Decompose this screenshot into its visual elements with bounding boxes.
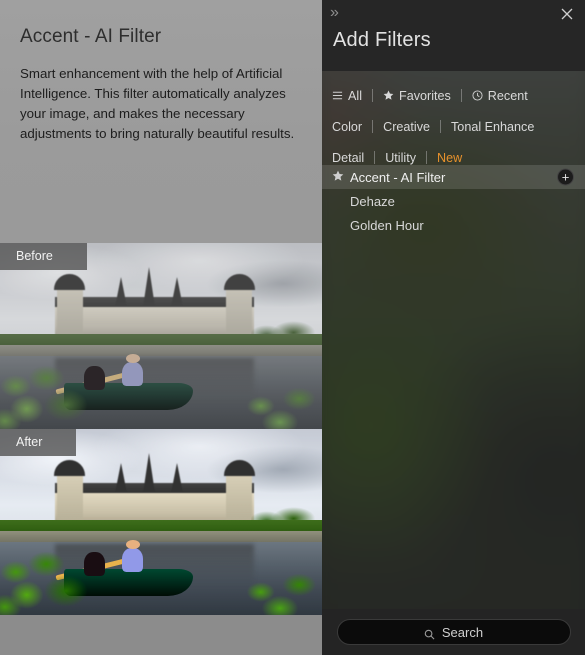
panel-header: » Add Filters bbox=[322, 0, 585, 71]
person-passenger bbox=[122, 354, 144, 387]
tab-tonal-enhance[interactable]: Tonal Enhance bbox=[441, 120, 544, 134]
castle-spire bbox=[114, 462, 127, 493]
list-item-golden-hour[interactable]: Golden Hour bbox=[322, 213, 585, 237]
tab-row-secondary: Color Creative Tonal Enhance bbox=[332, 111, 585, 142]
list-item-dehaze[interactable]: Dehaze bbox=[322, 189, 585, 213]
clock-icon bbox=[472, 90, 483, 101]
search-placeholder-text: Search bbox=[441, 624, 484, 640]
tab-creative[interactable]: Creative bbox=[373, 120, 440, 134]
before-preview-image: Before bbox=[0, 243, 322, 429]
before-label: Before bbox=[0, 243, 87, 270]
foreground-bush-left bbox=[0, 551, 104, 615]
castle-turret bbox=[54, 460, 86, 526]
scene-before bbox=[0, 243, 322, 429]
search-input[interactable]: Search bbox=[336, 619, 571, 645]
panel-title: Add Filters bbox=[333, 29, 431, 51]
after-preview-image: After bbox=[0, 429, 322, 615]
foreground-bush-right bbox=[231, 574, 322, 615]
tab-color[interactable]: Color bbox=[332, 120, 372, 134]
list-item-accent-ai-filter[interactable]: Accent - AI Filter + bbox=[322, 165, 585, 189]
add-filter-button[interactable]: + bbox=[557, 168, 574, 186]
castle-spire bbox=[114, 276, 127, 307]
tab-new[interactable]: New bbox=[427, 151, 472, 165]
search-bar-container: Search bbox=[322, 609, 585, 655]
filter-list: Accent - AI Filter + Dehaze Golden Hour bbox=[322, 165, 585, 609]
preview-column: Accent - AI Filter Smart enhancement wit… bbox=[0, 0, 322, 655]
collapse-panel-icon[interactable]: » bbox=[330, 5, 339, 21]
tab-recent-label: Recent bbox=[487, 88, 528, 103]
castle-turret bbox=[223, 460, 255, 526]
favorite-star-icon[interactable] bbox=[332, 170, 345, 184]
search-icon bbox=[424, 627, 435, 639]
castle-turret bbox=[54, 274, 86, 340]
close-icon[interactable] bbox=[558, 5, 576, 23]
add-filters-panel: » Add Filters All Favorites Recent Color… bbox=[322, 0, 585, 655]
tab-utility[interactable]: Utility bbox=[375, 151, 426, 165]
castle-spire bbox=[170, 276, 183, 307]
star-icon bbox=[383, 90, 394, 101]
tab-favorites[interactable]: Favorites bbox=[373, 89, 461, 103]
tab-row-primary: All Favorites Recent bbox=[332, 80, 585, 111]
after-label: After bbox=[0, 429, 77, 456]
castle-spire bbox=[142, 452, 155, 493]
filter-name-label: Golden Hour bbox=[350, 217, 424, 233]
tab-favorites-label: Favorites bbox=[399, 88, 451, 103]
list-icon bbox=[332, 90, 343, 101]
filter-name-label: Dehaze bbox=[350, 193, 395, 209]
foreground-bush-right bbox=[231, 388, 322, 429]
castle-spire bbox=[170, 462, 183, 493]
page-title: Accent - AI Filter bbox=[20, 26, 162, 47]
filter-name-label: Accent - AI Filter bbox=[350, 169, 446, 185]
scene-after bbox=[0, 429, 322, 615]
preview-bottom-filler bbox=[0, 615, 322, 655]
tab-recent[interactable]: Recent bbox=[462, 89, 538, 103]
foreground-bush-left bbox=[0, 365, 104, 429]
tab-detail[interactable]: Detail bbox=[332, 151, 374, 165]
person-passenger bbox=[122, 540, 144, 573]
filter-category-tabs: All Favorites Recent Color Creative Tona… bbox=[322, 71, 585, 165]
castle bbox=[54, 266, 255, 340]
tab-all[interactable]: All bbox=[332, 89, 372, 103]
castle-spire bbox=[142, 266, 155, 307]
filter-description-text: Smart enhancement with the help of Artif… bbox=[20, 66, 295, 141]
tab-all-label: All bbox=[348, 88, 362, 103]
luminar-add-filters-screen: Accent - AI Filter Smart enhancement wit… bbox=[0, 0, 585, 655]
castle-turret bbox=[223, 274, 255, 340]
filter-description-card: Accent - AI Filter Smart enhancement wit… bbox=[0, 0, 322, 243]
castle bbox=[54, 452, 255, 526]
